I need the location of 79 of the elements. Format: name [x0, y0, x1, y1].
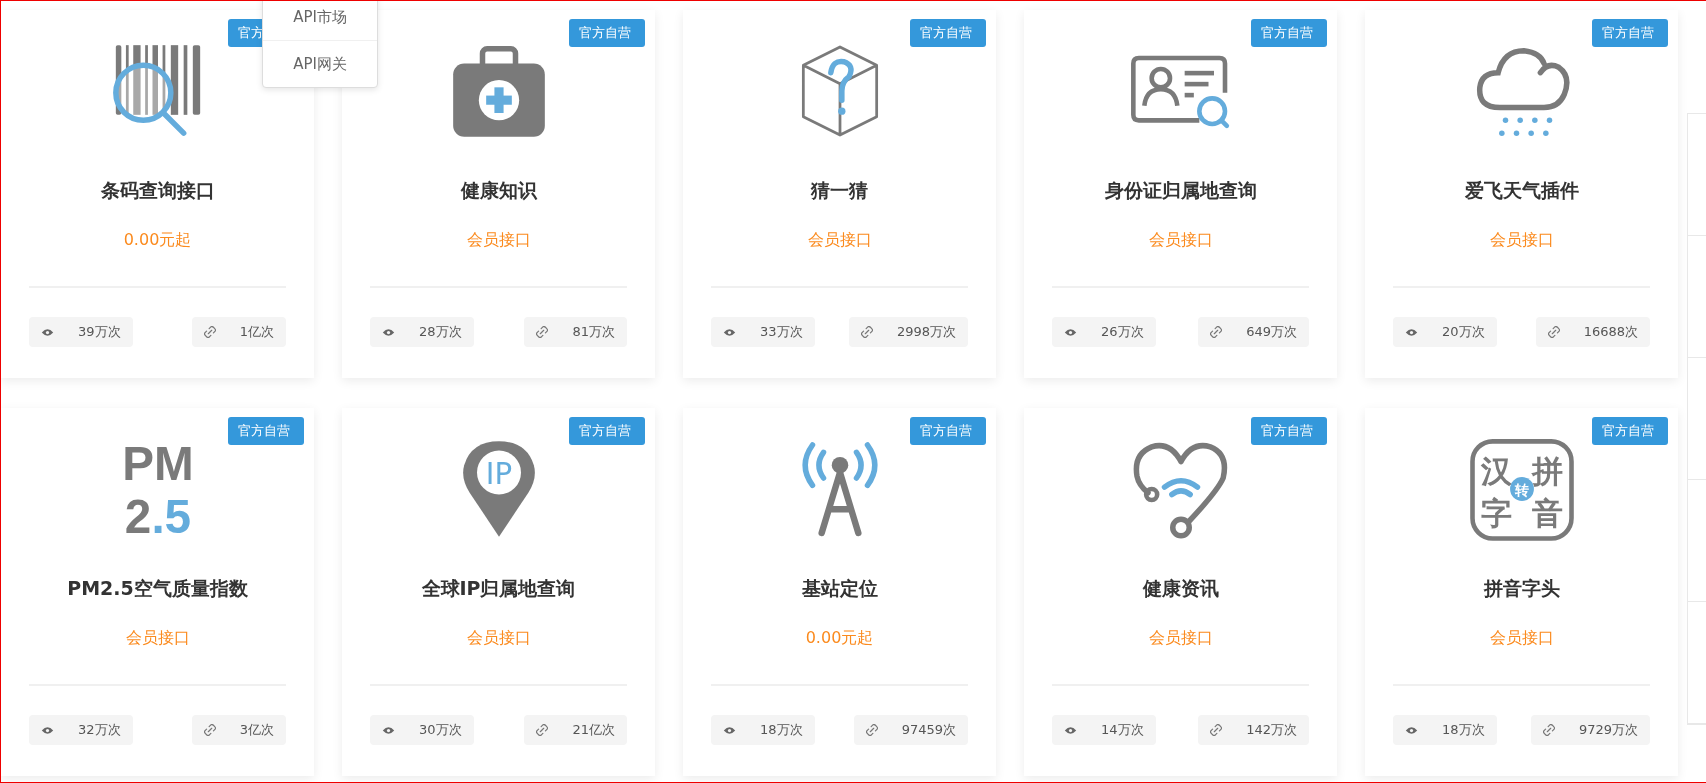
call-count: 2998万次: [896, 323, 956, 341]
link-icon: [1210, 724, 1223, 736]
api-title: 全球IP归属地查询: [421, 576, 576, 601]
link-icon: [860, 326, 873, 338]
call-count: 16688次: [1583, 323, 1638, 341]
eye-icon: [41, 725, 54, 735]
link-icon: [536, 326, 549, 338]
price-label: 0.00元起: [123, 229, 192, 251]
call-count: 142万次: [1246, 721, 1297, 739]
official-badge: 官方自营: [910, 19, 986, 47]
call-count: 81万次: [572, 323, 615, 341]
api-card[interactable]: 官方自营 PM 2.5 PM2.5空气质量指数 会员接口 32万次 3亿次: [1, 408, 314, 776]
price-label: 会员接口: [1148, 229, 1213, 251]
official-badge: 官方自营: [569, 417, 645, 445]
eye-icon: [1405, 327, 1418, 337]
official-badge: 官方自营: [228, 417, 304, 445]
menu-item[interactable]: API网关: [263, 40, 377, 87]
eye-icon: [723, 327, 736, 337]
api-card[interactable]: 官方自营 汉 拼 字 音 转 拼音字头 会员接口 18万次 9729万次: [1365, 408, 1678, 776]
price-label: 会员接口: [466, 627, 531, 649]
official-badge: 官方自营: [910, 417, 986, 445]
link-icon: [865, 724, 878, 736]
official-badge: 官方自营: [1592, 417, 1668, 445]
link-icon: [536, 724, 549, 736]
call-count: 21亿次: [572, 721, 615, 739]
view-count: 30万次: [419, 721, 462, 739]
api-title: PM2.5空气质量指数: [67, 576, 248, 601]
view-count: 18万次: [760, 721, 803, 739]
link-icon: [1210, 326, 1223, 338]
view-count: 18万次: [1442, 721, 1485, 739]
api-title: 健康知识: [460, 178, 537, 203]
official-badge: 官方自营: [1592, 19, 1668, 47]
view-count: 26万次: [1101, 323, 1144, 341]
view-count: 28万次: [419, 323, 462, 341]
price-label: 会员接口: [1489, 627, 1554, 649]
api-title: 条码查询接口: [100, 178, 215, 203]
eye-icon: [382, 725, 395, 735]
eye-icon: [382, 327, 395, 337]
api-card[interactable]: 官方自营 猜一猜 会员接口 33万次 2998万次: [683, 10, 996, 378]
price-label: 会员接口: [807, 229, 872, 251]
api-title: 爱飞天气插件: [1464, 178, 1579, 203]
call-count: 649万次: [1246, 323, 1297, 341]
api-card[interactable]: 官方自营 爱飞天气插件 会员接口 20万次 16688次: [1365, 10, 1678, 378]
price-label: 会员接口: [466, 229, 531, 251]
official-badge: 官方自营: [1251, 417, 1327, 445]
api-title: 健康资讯: [1142, 576, 1219, 601]
official-badge: 官方自营: [1251, 19, 1327, 47]
api-title: 基站定位: [801, 576, 878, 601]
price-label: 会员接口: [1148, 627, 1213, 649]
api-card[interactable]: 官方自营 IP 全球IP归属地查询 会员接口 30万次 21亿次: [342, 408, 655, 776]
call-count: 9729万次: [1578, 721, 1638, 739]
eye-icon: [1064, 725, 1077, 735]
price-label: 0.00元起: [805, 627, 874, 649]
link-icon: [1542, 724, 1555, 736]
eye-icon: [1405, 725, 1418, 735]
eye-icon: [41, 327, 54, 337]
api-card[interactable]: 官方自营 健康资讯 会员接口 14万次 142万次: [1024, 408, 1337, 776]
api-title: 身份证归属地查询: [1104, 178, 1257, 203]
api-card[interactable]: 官方自营 身份证归属地查询 会员接口 26万次 649万次: [1024, 10, 1337, 378]
view-count: 39万次: [78, 323, 121, 341]
link-icon: [203, 724, 216, 736]
call-count: 1亿次: [239, 323, 274, 341]
price-label: 会员接口: [1489, 229, 1554, 251]
view-count: 32万次: [78, 721, 121, 739]
view-count: 14万次: [1101, 721, 1144, 739]
api-title: 猜一猜: [811, 178, 868, 203]
pm25-logo-icon: PM 2.5: [102, 434, 213, 544]
official-badge: 官方自营: [569, 19, 645, 47]
eye-icon: [1064, 327, 1077, 337]
view-count: 20万次: [1442, 323, 1485, 341]
link-icon: [203, 326, 216, 338]
call-count: 3亿次: [239, 721, 274, 739]
eye-icon: [723, 725, 736, 735]
api-card[interactable]: 官方自营 基站定位 0.00元起 18万次 97459次: [683, 408, 996, 776]
view-count: 33万次: [760, 323, 803, 341]
call-count: 97459次: [901, 721, 956, 739]
link-icon: [1547, 326, 1560, 338]
api-title: 拼音字头: [1483, 576, 1560, 601]
price-label: 会员接口: [125, 627, 190, 649]
